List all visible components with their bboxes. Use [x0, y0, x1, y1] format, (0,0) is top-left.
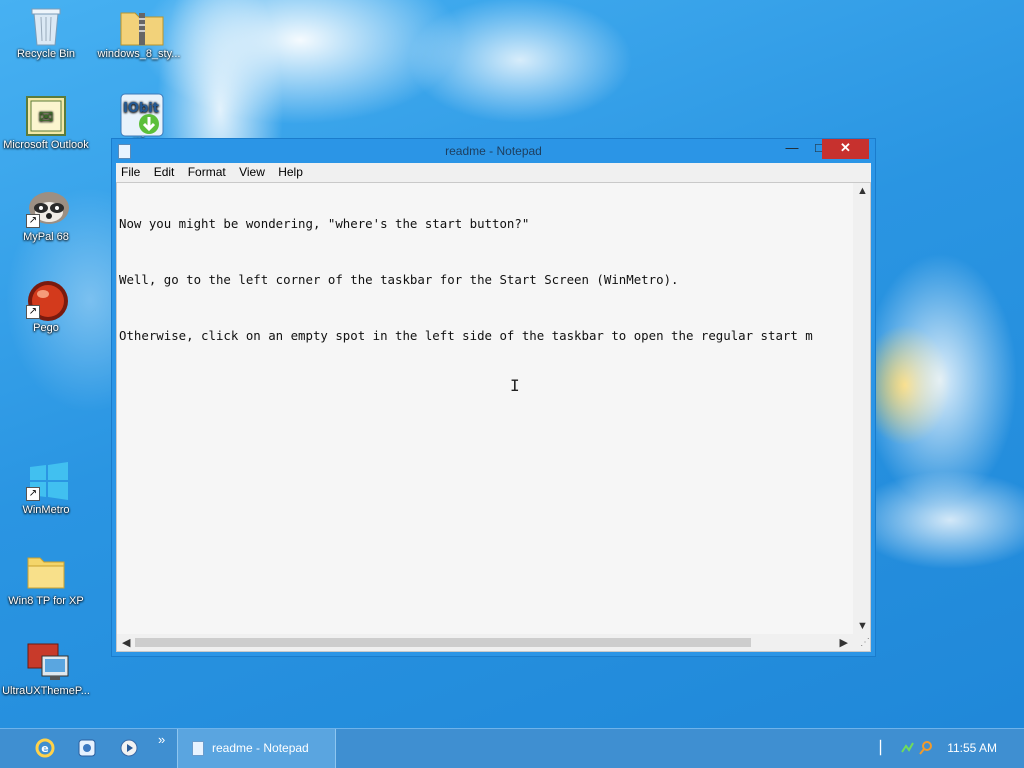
scroll-left-arrow-icon[interactable]: ◀ — [122, 636, 130, 649]
minimize-button[interactable]: — — [777, 139, 807, 159]
monitor-icon — [26, 642, 69, 682]
iobit-icon: IObit — [119, 92, 164, 137]
desktop-icon-ultrauxtheme[interactable]: UltraUXThemeP... — [0, 642, 92, 698]
text-line: Now you might be wondering, "where's the… — [119, 216, 530, 231]
scroll-down-arrow-icon[interactable]: ▼ — [857, 620, 868, 632]
scroll-up-arrow-icon[interactable]: ▲ — [857, 185, 868, 197]
menu-edit[interactable]: Edit — [149, 163, 180, 179]
vertical-scrollbar[interactable]: ▲ ▼ — [853, 183, 870, 634]
menu-help[interactable]: Help — [273, 163, 308, 179]
text-content[interactable]: Now you might be wondering, "where's the… — [119, 186, 852, 633]
svg-text:IObit: IObit — [123, 101, 159, 116]
title-bar[interactable]: readme - Notepad — □ ✕ — [112, 139, 875, 163]
desktop-icon-zip-folder[interactable]: windows_8_sty... — [93, 5, 185, 61]
explorer-icon[interactable] — [76, 737, 98, 759]
taskbar: e » readme - Notepad ▏ 11:55 AM — [0, 728, 1024, 768]
folder-icon — [26, 552, 66, 592]
text-editor[interactable]: Now you might be wondering, "where's the… — [116, 182, 871, 652]
text-line: Well, go to the left corner of the taskb… — [119, 272, 679, 287]
shortcut-arrow-icon: ↗ — [26, 487, 40, 501]
task-label: readme - Notepad — [212, 741, 309, 755]
horizontal-scroll-thumb[interactable] — [135, 638, 751, 647]
clock[interactable]: 11:55 AM — [947, 741, 997, 755]
recycle-bin-icon — [26, 5, 66, 46]
desktop-icon-microsoft-outlook[interactable]: ✉ Microsoft Outlook — [0, 96, 92, 152]
notepad-window[interactable]: readme - Notepad — □ ✕ File Edit Format … — [111, 138, 876, 657]
menu-format[interactable]: Format — [183, 163, 231, 179]
search-tray-icon[interactable] — [918, 740, 934, 759]
desktop-icon-recycle-bin[interactable]: Recycle Bin — [0, 5, 92, 61]
horizontal-scrollbar[interactable]: ◀ ▶ — [117, 634, 853, 651]
quicklaunch-overflow-button[interactable]: » — [158, 732, 165, 747]
text-line: Otherwise, click on an empty spot in the… — [119, 328, 813, 343]
window-title: readme - Notepad — [445, 144, 542, 158]
svg-text:✉: ✉ — [38, 107, 53, 128]
desktop-icon-mypal[interactable]: ↗ MyPal 68 — [0, 188, 92, 244]
desktop-icon-pego[interactable]: ↗ Pego — [0, 279, 92, 335]
zip-folder-icon — [119, 5, 164, 46]
desktop-icon-win8tp-folder[interactable]: Win8 TP for XP — [0, 552, 92, 608]
resize-grip-icon[interactable]: ⋰ — [853, 634, 870, 651]
windows-logo-icon: ↗ — [26, 461, 68, 501]
menu-bar: File Edit Format View Help — [116, 163, 871, 182]
network-tray-icon[interactable] — [900, 740, 916, 759]
text-cursor-icon: I — [510, 376, 520, 395]
menu-file[interactable]: File — [116, 163, 145, 179]
close-button[interactable]: ✕ — [822, 139, 869, 159]
shortcut-arrow-icon: ↗ — [26, 305, 40, 319]
tray-separator-icon: ▏ — [880, 740, 890, 755]
pego-ball-icon: ↗ — [26, 279, 68, 321]
task-notepad[interactable]: readme - Notepad — [177, 729, 336, 768]
menu-view[interactable]: View — [234, 163, 270, 179]
desktop-icon-winmetro[interactable]: ↗ WinMetro — [0, 461, 92, 517]
raccoon-icon: ↗ — [26, 188, 69, 228]
shortcut-arrow-icon: ↗ — [26, 214, 40, 228]
outlook-icon: ✉ — [26, 96, 66, 136]
media-player-icon[interactable] — [118, 737, 140, 759]
scroll-right-arrow-icon[interactable]: ▶ — [840, 636, 848, 649]
internet-explorer-icon[interactable]: e — [34, 737, 56, 759]
svg-text:e: e — [41, 742, 48, 755]
notepad-doc-icon — [192, 741, 204, 756]
